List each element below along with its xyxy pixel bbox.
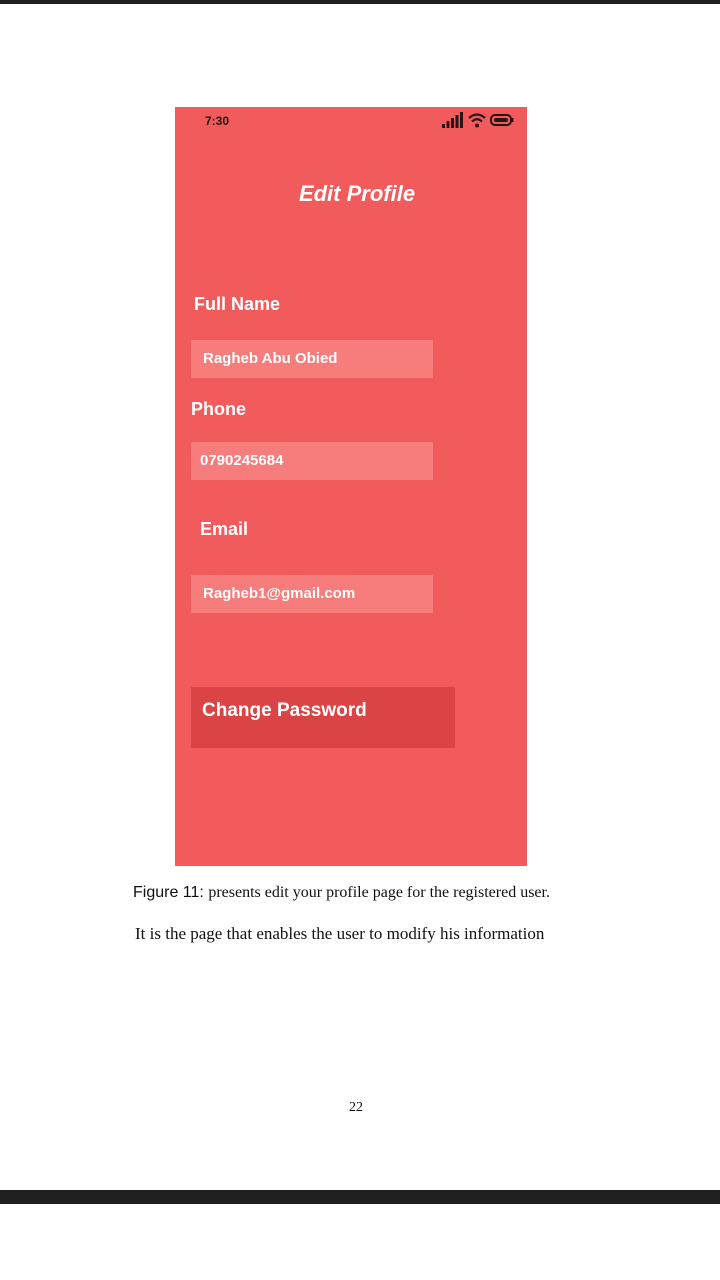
- body-text: It is the page that enables the user to …: [135, 924, 545, 943]
- top-frame-bar: [0, 0, 720, 4]
- email-label: Email: [200, 519, 249, 539]
- phone-input[interactable]: 0790245684: [191, 442, 433, 480]
- signal-icon: [442, 112, 464, 128]
- screen-title: Edit Profile: [298, 181, 416, 206]
- status-icons: [442, 111, 514, 129]
- battery-icon: [490, 113, 514, 127]
- status-time: 7:30: [205, 114, 230, 128]
- full-name-label: Full Name: [194, 294, 281, 314]
- figure-caption: Figure 11: presents edit your profile pa…: [133, 884, 550, 902]
- figure-text: presents edit your profile page for the …: [208, 884, 550, 901]
- phone-label: Phone: [191, 399, 247, 419]
- bottom-frame-bar: [0, 1190, 720, 1204]
- figure-label: Figure 11:: [133, 884, 204, 901]
- phone-screen: 7:30 Edit Profile Full Name Ragheb Abu O…: [175, 107, 527, 866]
- page-number: 22: [349, 1100, 363, 1115]
- full-name-input[interactable]: Ragheb Abu Obied: [191, 340, 433, 378]
- email-input[interactable]: Ragheb1@gmail.com: [191, 575, 433, 613]
- wifi-icon: [467, 112, 487, 128]
- change-password-button[interactable]: Change Password: [191, 687, 455, 748]
